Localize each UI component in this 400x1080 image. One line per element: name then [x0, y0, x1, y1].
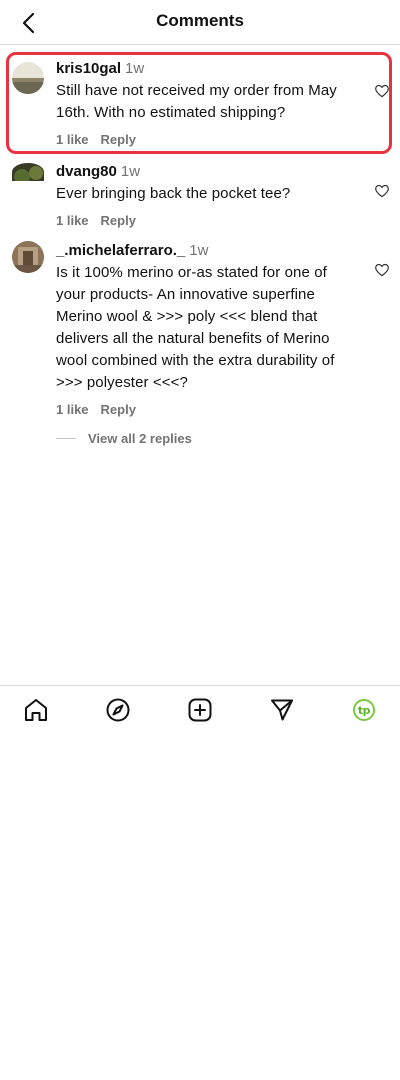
- avatar[interactable]: [12, 241, 44, 273]
- comment-body: kris10gal 1w Still have not received my o…: [56, 60, 346, 147]
- timestamp: 1w: [120, 163, 141, 180]
- comment-body: dvang80 1w Ever bringing back the pocket …: [56, 163, 346, 228]
- create-icon: [188, 698, 212, 722]
- explore-icon: [106, 698, 130, 722]
- like-count[interactable]: 1 like: [56, 132, 89, 147]
- avatar-image: [12, 241, 44, 273]
- avatar-image: [12, 62, 44, 94]
- avatar[interactable]: [12, 163, 44, 181]
- reply-button[interactable]: Reply: [101, 213, 136, 228]
- profile-icon: tp: [353, 699, 375, 721]
- direct-message-icon: [271, 699, 293, 721]
- reply-button[interactable]: Reply: [101, 132, 136, 147]
- replies-divider: [56, 437, 76, 439]
- nav-explore[interactable]: [104, 696, 132, 724]
- nav-home[interactable]: [22, 696, 50, 724]
- username[interactable]: kris10gal: [56, 60, 121, 77]
- nav-profile[interactable]: tp: [350, 696, 378, 724]
- comment-text: Is it 100% merino or-as stated for one o…: [56, 264, 335, 391]
- timestamp: 1w: [189, 242, 209, 259]
- heart-icon[interactable]: [374, 83, 390, 99]
- username[interactable]: _.michelaferraro._: [56, 242, 185, 259]
- like-count[interactable]: 1 like: [56, 213, 89, 228]
- avatar[interactable]: [12, 62, 44, 94]
- comment-text: Still have not received my order from Ma…: [56, 82, 337, 121]
- page-title: Comments: [156, 11, 244, 30]
- like-count[interactable]: 1 like: [56, 402, 89, 417]
- comment-text: Ever bringing back the pocket tee?: [56, 185, 291, 202]
- comments-screen: Comments kris10gal 1w Still have not rece…: [0, 0, 400, 1080]
- timestamp: 1w: [125, 60, 145, 77]
- avatar-image: [12, 163, 44, 181]
- view-replies-button[interactable]: View all 2 replies: [56, 430, 192, 446]
- nav-create[interactable]: [186, 696, 214, 724]
- comment-body: _.michelaferraro._ 1w Is it 100% merino o…: [56, 242, 346, 417]
- home-icon: [25, 699, 47, 721]
- nav-direct[interactable]: [268, 696, 296, 724]
- heart-icon[interactable]: [374, 262, 390, 278]
- username[interactable]: dvang80: [56, 163, 117, 180]
- heart-icon[interactable]: [374, 183, 390, 199]
- reply-button[interactable]: Reply: [101, 402, 136, 417]
- header: Comments: [0, 0, 400, 45]
- view-replies-label: View all 2 replies: [88, 430, 192, 446]
- bottom-nav: tp: [0, 685, 400, 732]
